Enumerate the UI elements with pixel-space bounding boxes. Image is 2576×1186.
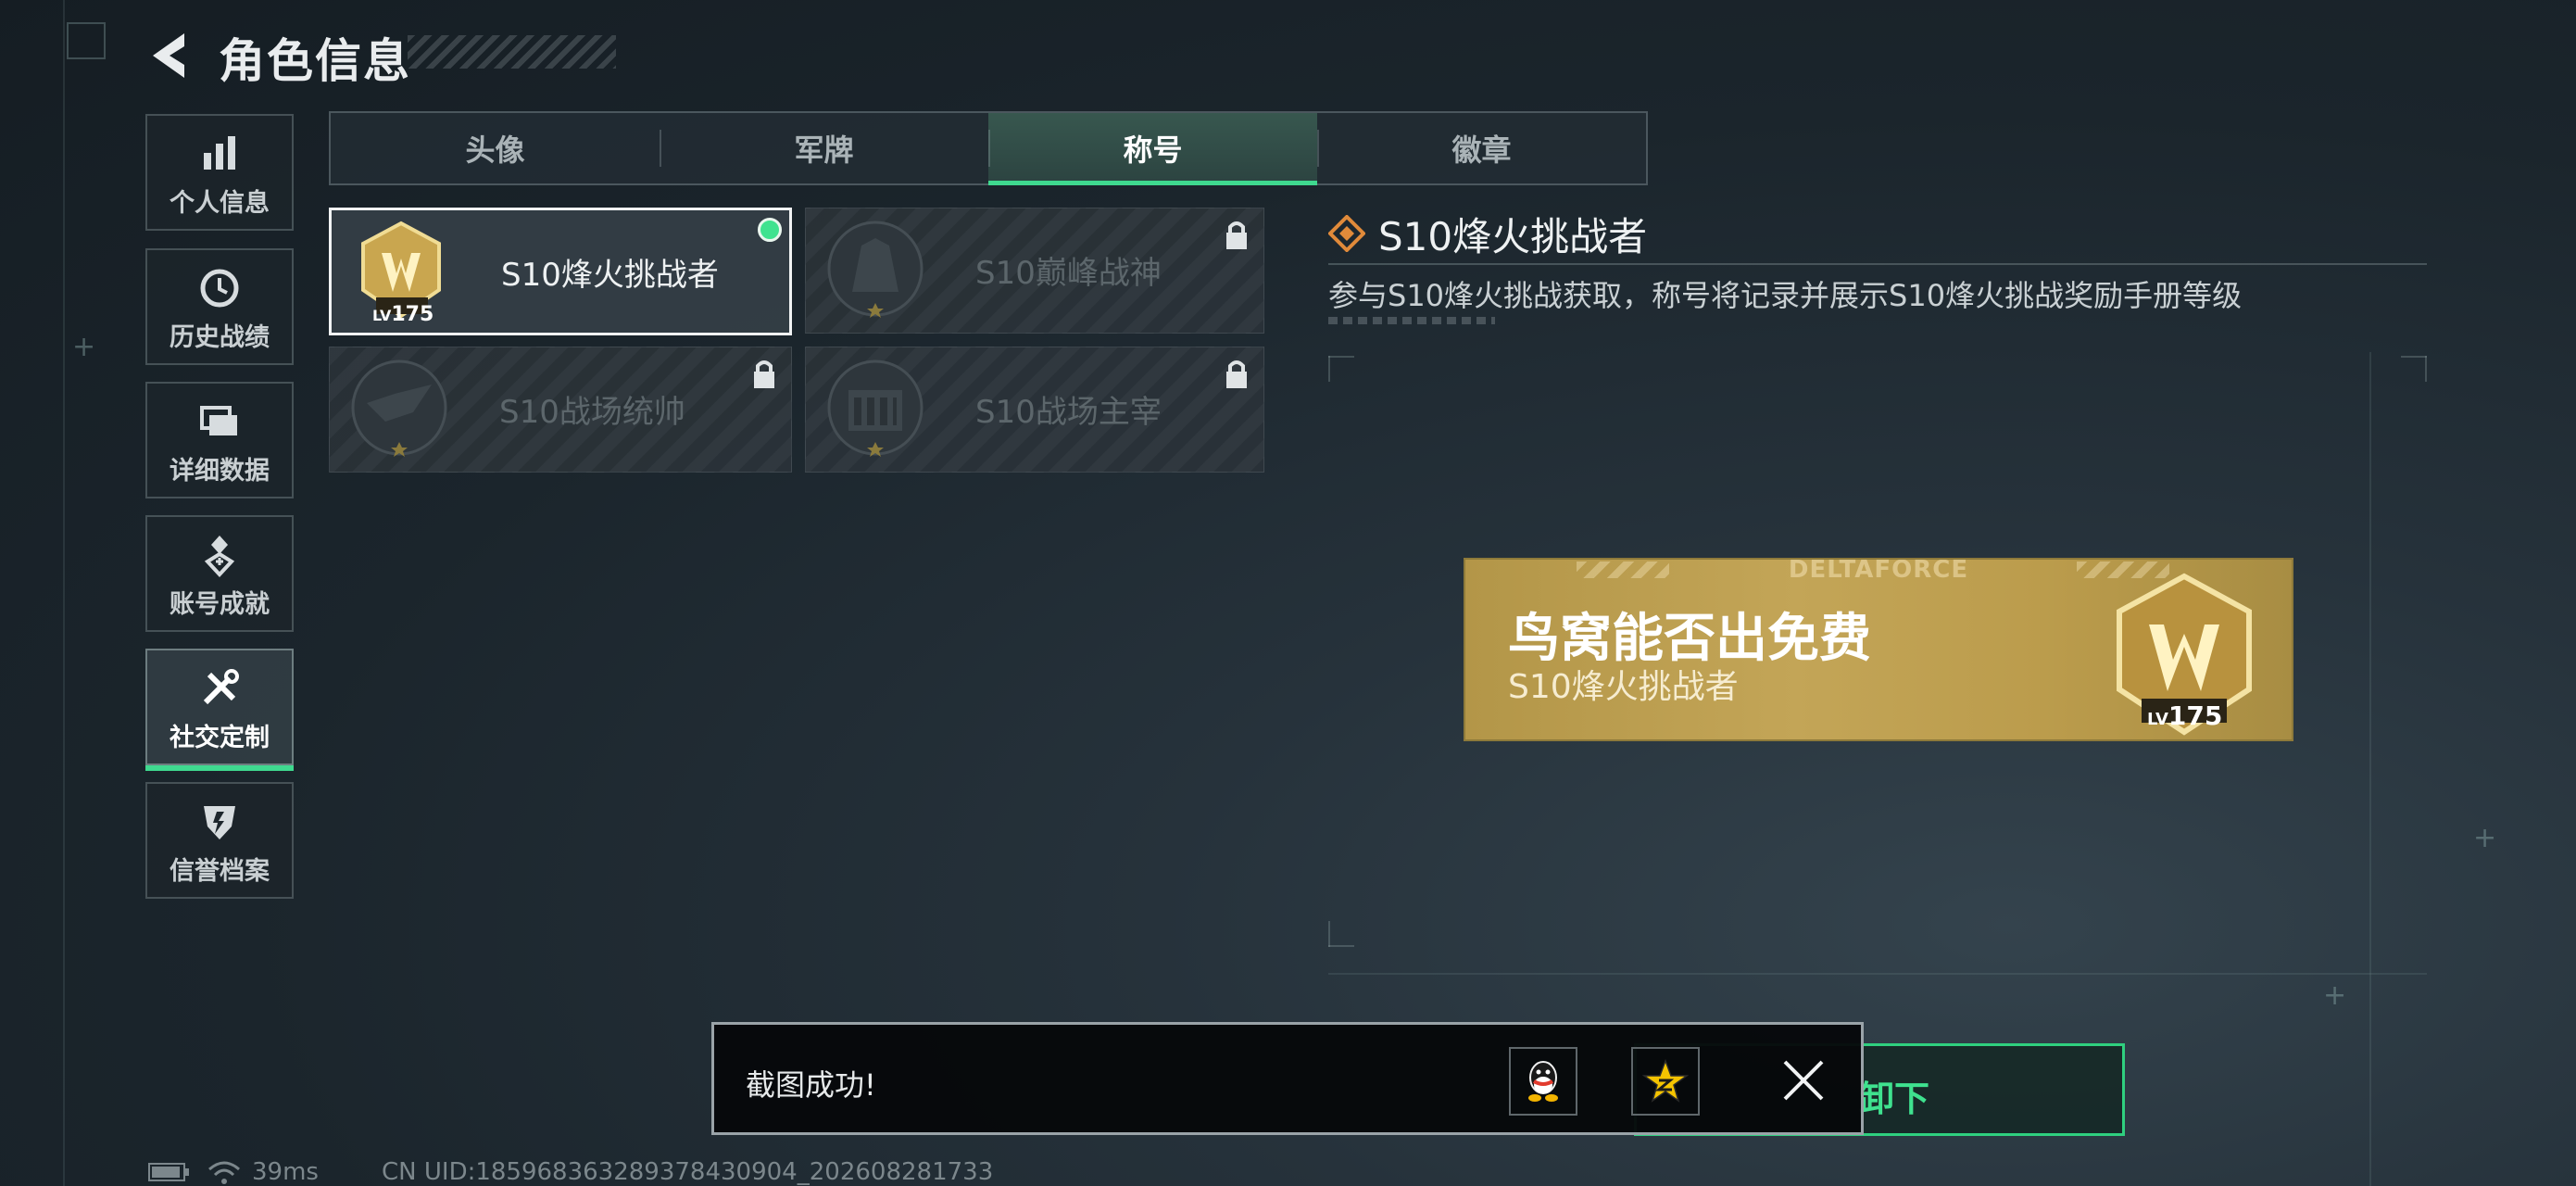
share-qq-button[interactable] — [1509, 1047, 1577, 1116]
ping-value: 39ms — [252, 1158, 319, 1186]
tab-badge[interactable]: 徽章 — [1317, 113, 1646, 183]
sidebar-item-history[interactable]: 历史战绩 — [145, 248, 294, 365]
grid-line — [1328, 973, 2427, 975]
frame-corner — [1328, 921, 1330, 947]
grid-line — [63, 0, 65, 1186]
diamond-icon — [1328, 215, 1365, 252]
frame-corner — [1328, 356, 1354, 358]
frame-corner — [2401, 356, 2427, 358]
banner-title: S10烽火挑战者 — [1508, 668, 1739, 706]
sidebar-item-achievements[interactable]: 账号成就 — [145, 515, 294, 632]
lock-icon — [1226, 360, 1247, 388]
battery-icon — [148, 1163, 189, 1181]
cross-marker: + — [2323, 979, 2347, 1012]
toast-message: 截图成功! — [746, 1067, 876, 1103]
close-icon[interactable] — [1779, 1056, 1828, 1104]
back-arrow-icon[interactable] — [144, 28, 199, 83]
lock-icon — [1226, 221, 1247, 249]
cross-marker: + — [72, 331, 96, 363]
title-card-s10-peak-war-god[interactable]: S10巅峰战神 — [805, 208, 1264, 334]
sidebar-item-social[interactable]: 社交定制 — [145, 649, 294, 771]
medal-level-prefix: LV — [372, 307, 392, 324]
page-title: 角色信息 — [219, 34, 411, 88]
frame-corner — [1328, 945, 1354, 947]
sidebar-item-label: 社交定制 — [170, 723, 270, 752]
locked-medal-icon — [827, 221, 924, 318]
qzone-star-icon — [1642, 1058, 1689, 1103]
tab-bar: 头像 军牌 称号 徽章 — [329, 111, 1648, 185]
equipped-indicator — [758, 218, 782, 242]
wifi-icon — [208, 1161, 240, 1184]
frame-corner — [1328, 356, 1330, 382]
frame-corner — [2425, 356, 2427, 382]
lock-icon — [754, 360, 774, 388]
decorative-text-strip — [1328, 317, 1495, 324]
unequip-button-label: 卸下 — [1858, 1079, 1929, 1119]
share-qzone-button[interactable] — [1631, 1047, 1700, 1116]
title-banner-preview: DELTAFORCE 鸟窝能否出免费 S10烽火挑战者 LV175 — [1464, 558, 2293, 741]
banner-level: 175 — [2168, 700, 2223, 731]
sidebar-item-profile[interactable]: 个人信息 — [145, 114, 294, 231]
sidebar-item-label: 账号成就 — [170, 589, 270, 619]
divider — [1328, 263, 2427, 265]
locked-medal-icon — [351, 360, 447, 457]
screenshot-toast: 截图成功! — [711, 1022, 1864, 1135]
title-card-name: S10战场统帅 — [499, 394, 685, 431]
tab-title[interactable]: 称号 — [988, 113, 1317, 185]
sidebar-item-label: 信誉档案 — [170, 856, 270, 886]
active-indicator — [145, 765, 294, 771]
tools-icon — [203, 668, 239, 704]
banner-level-prefix: LV — [2147, 710, 2168, 729]
detail-title: S10烽火挑战者 — [1378, 214, 1648, 259]
status-bar: 39ms — [148, 1158, 319, 1186]
shield-icon — [204, 805, 235, 839]
qq-icon — [1528, 1061, 1558, 1102]
sidebar-item-label: 历史战绩 — [170, 322, 270, 352]
sidebar-item-label: 详细数据 — [170, 456, 270, 486]
title-card-name: S10烽火挑战者 — [501, 257, 719, 294]
achievement-icon — [204, 535, 235, 577]
title-decoration — [408, 35, 616, 69]
tab-avatar[interactable]: 头像 — [331, 113, 660, 183]
clock-icon — [200, 269, 239, 307]
locked-medal-icon — [827, 360, 924, 457]
bar-chart-icon — [204, 135, 235, 170]
folder-icon — [200, 405, 237, 435]
medal-level: 175 — [391, 303, 434, 326]
sidebar-item-details[interactable]: 详细数据 — [145, 382, 294, 498]
title-card-s10-battlefield-dominator[interactable]: S10战场主宰 — [805, 347, 1264, 473]
user-uid: CN UID:185968363289378430904_20260828173… — [382, 1158, 994, 1186]
grid-line — [2369, 352, 2371, 1186]
corner-marker — [67, 22, 106, 59]
title-card-s10-challenger[interactable]: LV175 S10烽火挑战者 — [329, 208, 792, 335]
tab-dog-tag[interactable]: 军牌 — [660, 113, 988, 183]
sidebar-item-reputation[interactable]: 信誉档案 — [145, 782, 294, 899]
sidebar-item-label: 个人信息 — [170, 188, 270, 218]
detail-description: 参与S10烽火挑战获取，称号将记录并展示S10烽火挑战奖励手册等级 — [1328, 278, 2243, 313]
title-card-s10-battlefield-marshal[interactable]: S10战场统帅 — [329, 347, 792, 473]
cross-marker: + — [2473, 822, 2497, 854]
title-card-name: S10战场主宰 — [975, 394, 1162, 431]
title-card-name: S10巅峰战神 — [975, 255, 1162, 292]
